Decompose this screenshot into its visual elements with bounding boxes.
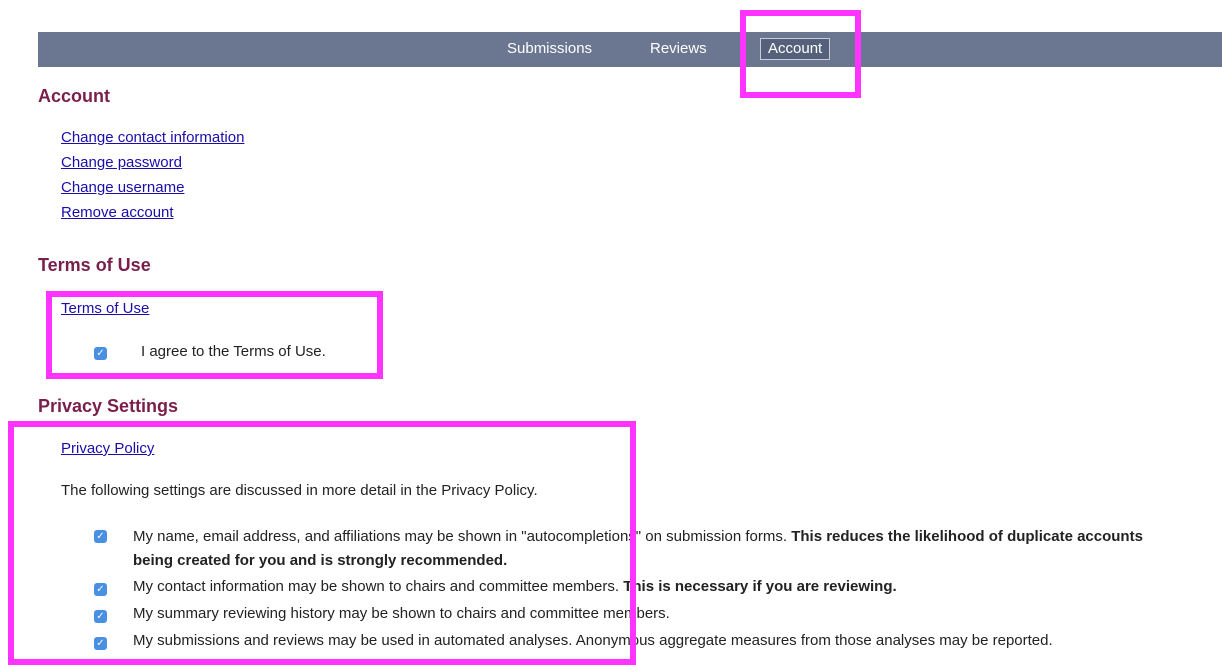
change-contact-link[interactable]: Change contact information xyxy=(61,129,244,146)
top-navbar: Submissions Reviews Account xyxy=(38,32,1222,67)
setting-contact-label: My contact information may be shown to c… xyxy=(133,578,897,595)
privacy-heading: Privacy Settings xyxy=(38,396,179,416)
setting-analyses-label: My submissions and reviews may be used i… xyxy=(133,632,1053,649)
setting-analyses-checkbox[interactable]: ✓ xyxy=(94,637,107,650)
setting-history-label: My summary reviewing history may be show… xyxy=(133,605,670,622)
setting-autocomplete-checkbox[interactable]: ✓ xyxy=(94,530,107,543)
agree-terms-label: I agree to the Terms of Use. xyxy=(141,343,326,360)
remove-account-link[interactable]: Remove account xyxy=(61,204,174,221)
setting-history-checkbox[interactable]: ✓ xyxy=(94,610,107,623)
privacy-intro: The following settings are discussed in … xyxy=(61,482,538,499)
nav-submissions[interactable]: Submissions xyxy=(500,38,599,60)
change-username-link[interactable]: Change username xyxy=(61,179,184,196)
nav-reviews[interactable]: Reviews xyxy=(643,38,714,60)
setting-autocomplete-label: My name, email address, and affiliations… xyxy=(133,528,1143,569)
setting-contact-checkbox[interactable]: ✓ xyxy=(94,583,107,596)
change-password-link[interactable]: Change password xyxy=(61,154,182,171)
account-heading: Account xyxy=(38,86,110,106)
terms-of-use-link[interactable]: Terms of Use xyxy=(61,300,149,317)
agree-terms-checkbox[interactable]: ✓ xyxy=(94,347,107,360)
terms-heading: Terms of Use xyxy=(38,255,151,275)
privacy-policy-link[interactable]: Privacy Policy xyxy=(61,440,154,457)
nav-account[interactable]: Account xyxy=(760,38,831,60)
